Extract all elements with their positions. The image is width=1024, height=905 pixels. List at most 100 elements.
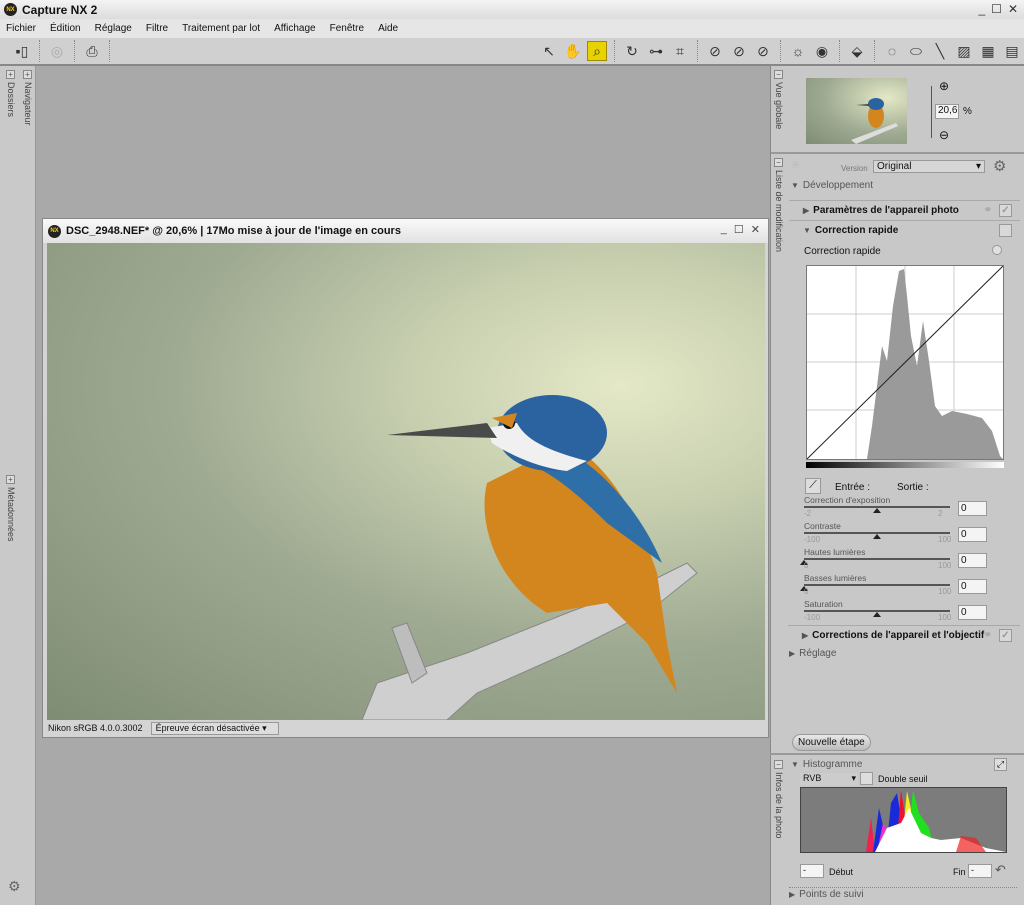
- tab-folders[interactable]: Dossiers: [6, 82, 16, 117]
- menu-fenetre[interactable]: Fenêtre: [330, 23, 364, 34]
- slider-track[interactable]: [804, 558, 950, 560]
- start-input[interactable]: -: [800, 864, 824, 878]
- slider-value-input[interactable]: 0: [958, 527, 987, 542]
- neutral-point-icon[interactable]: ⊘: [729, 41, 749, 61]
- maximize-button[interactable]: ☐: [734, 223, 744, 236]
- expand-icon[interactable]: +: [23, 70, 32, 79]
- overview-thumbnail[interactable]: [806, 78, 907, 144]
- slider-thumb[interactable]: [873, 508, 881, 513]
- double-threshold-label: Double seuil: [878, 774, 928, 784]
- image-status-bar: Nikon sRGB 4.0.0.3002 Épreuve écran désa…: [47, 720, 765, 736]
- adjust-section[interactable]: ▶ Réglage: [789, 648, 836, 659]
- arrow-tool-icon[interactable]: ↖: [539, 41, 559, 61]
- slider-min: -100: [804, 613, 821, 622]
- app-title: Capture NX 2: [22, 2, 98, 17]
- settings-gear-icon[interactable]: ⚙: [993, 157, 1006, 175]
- menu-affichage[interactable]: Affichage: [274, 23, 316, 34]
- settings-gear-icon[interactable]: ⚙: [8, 878, 21, 895]
- slider-value-input[interactable]: 0: [958, 579, 987, 594]
- slider-label: Saturation: [804, 599, 843, 609]
- end-input[interactable]: -: [968, 864, 992, 878]
- photo-canvas[interactable]: [47, 243, 765, 720]
- crop-icon[interactable]: ⌗: [670, 41, 690, 61]
- lens-corrections-checkbox[interactable]: ✓: [999, 629, 1012, 642]
- minimize-button[interactable]: _: [721, 223, 727, 236]
- double-threshold-checkbox[interactable]: [860, 772, 873, 785]
- menu-batch[interactable]: Traitement par lot: [182, 23, 260, 34]
- marquee-icon[interactable]: ⬭: [906, 41, 926, 61]
- collapse-icon[interactable]: −: [774, 70, 783, 79]
- toolbar: ▪▯ ◎ ⎙ ↖ ✋ ⌕ ↻ ⊶ ⌗ ⊘ ⊘ ⊘ ☼ ◉ ⬙ ◌ ⬭ ╲ ▨ ▦…: [0, 38, 1024, 66]
- slider-min: -2: [804, 509, 812, 518]
- camera-settings-row[interactable]: ▶ Paramètres de l'appareil photo ⚭ ✓: [789, 200, 1020, 220]
- menu-aide[interactable]: Aide: [378, 23, 398, 34]
- slider-label: Correction d'exposition: [804, 495, 891, 505]
- eye-icon[interactable]: ◉: [812, 41, 832, 61]
- menu-reglage[interactable]: Réglage: [95, 23, 132, 34]
- slider-label: Hautes lumières: [804, 547, 866, 557]
- quick-fix-row[interactable]: ▼ Correction rapide: [789, 220, 1020, 240]
- tracking-points-section[interactable]: ▶ Points de suivi: [789, 887, 1017, 900]
- slider-thumb[interactable]: [873, 612, 881, 617]
- undo-icon[interactable]: ↶: [995, 862, 1006, 878]
- tab-edit-list[interactable]: Liste de modification: [774, 170, 784, 252]
- expand-histogram-icon[interactable]: ⤢: [994, 758, 1007, 771]
- quick-fix-checkbox[interactable]: [999, 224, 1012, 237]
- zoom-tool-icon[interactable]: ⌕: [587, 41, 607, 61]
- version-dropdown[interactable]: Original ▾: [873, 160, 985, 173]
- auto-retouch-icon[interactable]: ⬙: [847, 41, 867, 61]
- black-point-icon[interactable]: ⊘: [705, 41, 725, 61]
- slider-track[interactable]: [804, 584, 950, 586]
- slider-value-input[interactable]: 0: [958, 605, 987, 620]
- zoom-slider[interactable]: [931, 86, 932, 138]
- hand-tool-icon[interactable]: ✋: [563, 41, 583, 61]
- minimize-button[interactable]: _: [978, 2, 985, 16]
- menu-edition[interactable]: Édition: [50, 23, 81, 34]
- collapse-icon[interactable]: −: [774, 158, 783, 167]
- start-label: Début: [829, 867, 854, 877]
- print-icon[interactable]: ⎙: [82, 41, 102, 61]
- curve-tool-icon[interactable]: ⟋: [805, 478, 821, 494]
- rotate-icon[interactable]: ↻: [622, 41, 642, 61]
- slider-thumb[interactable]: [873, 534, 881, 539]
- collapse-icon[interactable]: −: [774, 760, 783, 769]
- camera-icon[interactable]: ◎: [47, 41, 67, 61]
- tab-photo-info[interactable]: Infos de la photo: [774, 772, 784, 839]
- zoom-input[interactable]: 20,6: [935, 104, 959, 119]
- lens-corrections-row[interactable]: ▶ Corrections de l'appareil et l'objectif…: [788, 625, 1020, 645]
- histogram-section[interactable]: ▼ Histogramme: [791, 759, 862, 770]
- menu-fichier[interactable]: Fichier: [6, 23, 36, 34]
- channel-dropdown[interactable]: RVB ▾: [800, 773, 858, 785]
- thumbnail-kingfisher: [851, 98, 898, 144]
- new-step-button[interactable]: Nouvelle étape: [792, 734, 871, 751]
- maximize-button[interactable]: ☐: [991, 2, 1002, 16]
- zoom-out-icon[interactable]: ⊖: [939, 128, 949, 142]
- soft-proof-dropdown[interactable]: Épreuve écran désactivée ▾: [150, 721, 279, 735]
- slider-max: 2: [938, 509, 943, 518]
- fill-icon[interactable]: ▦: [978, 41, 998, 61]
- curves-graph[interactable]: [806, 265, 1004, 460]
- lasso-icon[interactable]: ◌: [882, 41, 902, 61]
- slider-value-input[interactable]: 0: [958, 501, 987, 516]
- zoom-in-icon[interactable]: ⊕: [939, 79, 949, 93]
- development-section[interactable]: ▼ Développement: [791, 180, 873, 191]
- selection-icon[interactable]: ▤: [1002, 41, 1022, 61]
- expand-icon[interactable]: +: [6, 70, 15, 79]
- brush-icon[interactable]: ╲: [930, 41, 950, 61]
- layout-icon[interactable]: ▪▯: [12, 41, 32, 61]
- white-point-icon[interactable]: ⊘: [753, 41, 773, 61]
- slider-value-input[interactable]: 0: [958, 553, 987, 568]
- tab-overview[interactable]: Vue globale: [774, 82, 784, 129]
- tab-metadata[interactable]: Métadonnées: [6, 487, 16, 542]
- reset-icon[interactable]: [992, 245, 1002, 255]
- camera-settings-checkbox[interactable]: ✓: [999, 204, 1012, 217]
- red-eye-icon[interactable]: ☼: [788, 41, 808, 61]
- close-button[interactable]: ✕: [751, 223, 760, 236]
- straighten-icon[interactable]: ⊶: [646, 41, 666, 61]
- zoom-unit: %: [963, 106, 972, 117]
- expand-icon[interactable]: +: [6, 475, 15, 484]
- menu-filtre[interactable]: Filtre: [146, 23, 168, 34]
- gradient-icon[interactable]: ▨: [954, 41, 974, 61]
- tab-navigator[interactable]: Navigateur: [23, 82, 33, 126]
- close-button[interactable]: ✕: [1008, 2, 1018, 16]
